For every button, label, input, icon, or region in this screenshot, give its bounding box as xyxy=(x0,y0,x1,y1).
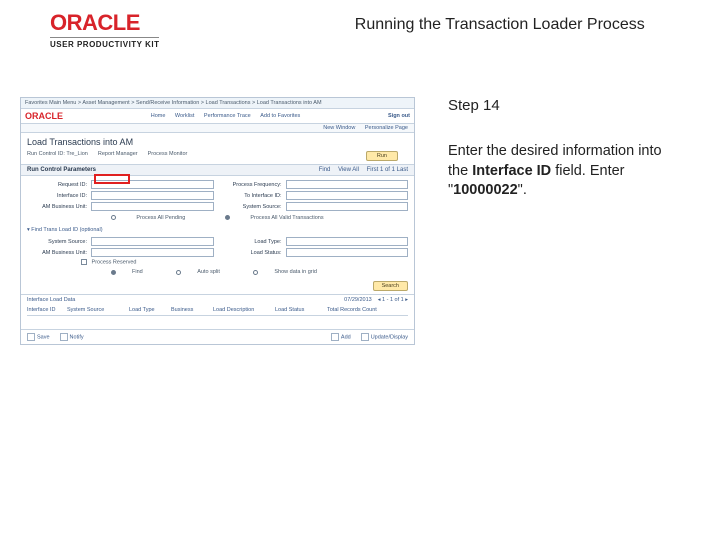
page-title: Running the Transaction Loader Process xyxy=(299,16,700,34)
col-load-type[interactable]: Load Type xyxy=(129,307,169,313)
col-load-status[interactable]: Load Status xyxy=(275,307,325,313)
notify-button[interactable]: Notify xyxy=(70,335,84,341)
tab-performance-trace[interactable]: Performance Trace xyxy=(204,113,251,119)
step-label: Step 14 xyxy=(448,97,680,114)
app-window: Favorites Main Menu > Asset Management >… xyxy=(20,97,415,345)
am-business-unit2-input[interactable] xyxy=(91,248,214,257)
view-all-link[interactable]: View All xyxy=(338,167,359,173)
process-reserved-checkbox[interactable] xyxy=(81,259,87,265)
update-icon xyxy=(361,333,369,341)
step-body: Enter the desired information into the I… xyxy=(448,142,680,201)
system-source-select[interactable] xyxy=(286,202,409,211)
notify-icon xyxy=(60,333,68,341)
load-type-select[interactable] xyxy=(286,237,409,246)
sub-bar: New Window Personalize Page xyxy=(21,124,414,133)
load-type-label: Load Type: xyxy=(222,239,282,245)
paging-text: First 1 of 1 Last xyxy=(367,167,408,173)
radio-show-grid[interactable]: Show data in grid xyxy=(253,269,333,275)
load-status-label: Load Status: xyxy=(222,250,282,256)
tab-home[interactable]: Home xyxy=(151,113,166,119)
col-interface-id[interactable]: Interface ID xyxy=(27,307,65,313)
request-id-label: Request ID: xyxy=(27,182,87,188)
logo-text: ORACLE xyxy=(50,12,159,34)
to-interface-id-label: To Interface ID: xyxy=(222,193,282,199)
find-link[interactable]: Find xyxy=(319,167,331,173)
oracle-logo: ORACLE USER PRODUCTIVITY KIT xyxy=(50,12,159,49)
load-status-select[interactable] xyxy=(286,248,409,257)
col-system-source[interactable]: System Source xyxy=(67,307,127,313)
report-manager-link[interactable]: Report Manager xyxy=(98,151,138,161)
instruction-panel: Step 14 Enter the desired information in… xyxy=(420,97,680,345)
radio-process-all-pending[interactable]: Process All Pending xyxy=(101,215,195,221)
breadcrumb: Favorites Main Menu > Asset Management >… xyxy=(21,98,414,109)
am-business-unit-label: AM Business Unit: xyxy=(27,204,87,210)
system-source-label: System Source: xyxy=(222,204,282,210)
to-interface-id-input[interactable] xyxy=(286,191,409,200)
interface-id-label: Interface ID: xyxy=(27,193,87,199)
run-button[interactable]: Run xyxy=(366,151,398,161)
logo-subtitle: USER PRODUCTIVITY KIT xyxy=(50,37,159,49)
personalize-page-link[interactable]: Personalize Page xyxy=(365,125,408,131)
save-icon xyxy=(27,333,35,341)
new-window-link[interactable]: New Window xyxy=(323,125,355,131)
interface-id-input[interactable] xyxy=(91,191,214,200)
process-monitor-link[interactable]: Process Monitor xyxy=(148,151,188,161)
tab-worklist[interactable]: Worklist xyxy=(175,113,194,119)
top-tabs: Home Worklist Performance Trace Add to F… xyxy=(63,113,388,119)
update-display-button[interactable]: Update/Display xyxy=(371,335,408,341)
section-run-control: Run Control Parameters Find View All Fir… xyxy=(21,164,414,176)
search-button[interactable]: Search xyxy=(373,281,408,291)
process-reserved-label: Process Reserved xyxy=(92,259,137,265)
run-control-id-label: Run Control ID: Tre_Lion xyxy=(27,151,88,161)
mini-oracle-logo: ORACLE xyxy=(25,111,63,121)
radio-find[interactable]: Find xyxy=(111,269,159,275)
table-row xyxy=(27,316,408,325)
radio-process-all-valid[interactable]: Process All Valid Transactions xyxy=(215,215,333,221)
col-load-description[interactable]: Load Description xyxy=(213,307,273,313)
find-trans-section[interactable]: ▾ Find Trans Load ID (optional) xyxy=(21,225,414,235)
brand-bar: ORACLE Home Worklist Performance Trace A… xyxy=(21,109,414,124)
header: ORACLE USER PRODUCTIVITY KIT Running the… xyxy=(0,0,720,57)
embedded-screenshot: Favorites Main Menu > Asset Management >… xyxy=(20,97,420,345)
radio-auto-split[interactable]: Auto split xyxy=(176,269,236,275)
process-frequency-label: Process Frequency: xyxy=(222,182,282,188)
request-id-input[interactable] xyxy=(91,180,214,189)
process-frequency-select[interactable] xyxy=(286,180,409,189)
app-page-title: Load Transactions into AM xyxy=(27,137,408,147)
system-source2-select[interactable] xyxy=(91,237,214,246)
save-button[interactable]: Save xyxy=(37,335,50,341)
signout-link[interactable]: Sign out xyxy=(388,113,410,119)
system-source2-label: System Source: xyxy=(27,239,87,245)
col-total-records[interactable]: Total Records Count xyxy=(327,307,387,313)
results-date: 07/29/2013 xyxy=(344,297,372,303)
am-business-unit2-label: AM Business Unit: xyxy=(27,250,87,256)
results-label: Interface Load Data xyxy=(27,297,75,303)
add-icon xyxy=(331,333,339,341)
col-business[interactable]: Business xyxy=(171,307,211,313)
add-button[interactable]: Add xyxy=(341,335,351,341)
tab-add-favorites[interactable]: Add to Favorites xyxy=(260,113,300,119)
results-table: Interface ID System Source Load Type Bus… xyxy=(21,305,414,329)
am-business-unit-input[interactable] xyxy=(91,202,214,211)
